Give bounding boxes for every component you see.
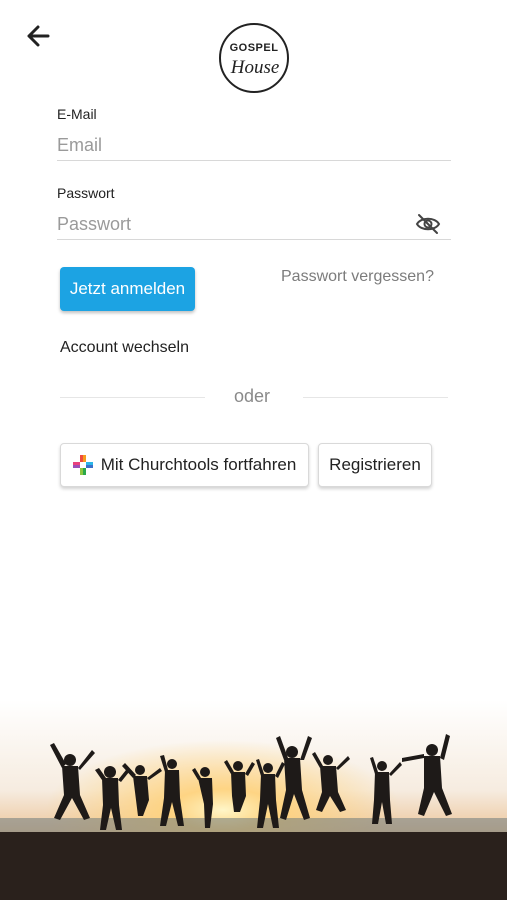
- eye-off-icon[interactable]: [415, 211, 441, 237]
- email-group: E-Mail: [57, 106, 451, 161]
- email-field[interactable]: [57, 134, 397, 156]
- churchtools-login-button[interactable]: Mit Churchtools fortfahren: [60, 443, 309, 487]
- divider-line-right: [303, 397, 448, 398]
- back-button[interactable]: [22, 22, 54, 50]
- register-button[interactable]: Registrieren: [318, 443, 432, 487]
- forgot-password-link[interactable]: Passwort vergessen?: [281, 268, 434, 286]
- password-field[interactable]: [57, 213, 397, 235]
- churchtools-cross-icon: [72, 455, 93, 475]
- divider-text: oder: [234, 386, 271, 406]
- switch-account-link[interactable]: Account wechseln: [60, 339, 189, 357]
- svg-text:House: House: [230, 57, 280, 78]
- svg-text:GOSPEL: GOSPEL: [230, 42, 279, 54]
- jumping-people-photo: [0, 700, 507, 900]
- churchtools-label: Mit Churchtools fortfahren: [100, 455, 297, 474]
- password-label: Passwort: [57, 185, 115, 201]
- email-label: E-Mail: [57, 106, 97, 122]
- divider-line-left: [60, 397, 205, 398]
- arrow-left-icon: [27, 25, 50, 47]
- password-group: Passwort: [57, 185, 451, 240]
- gospel-house-logo: GOSPEL House: [219, 23, 289, 93]
- login-button[interactable]: Jetzt anmelden: [60, 267, 195, 311]
